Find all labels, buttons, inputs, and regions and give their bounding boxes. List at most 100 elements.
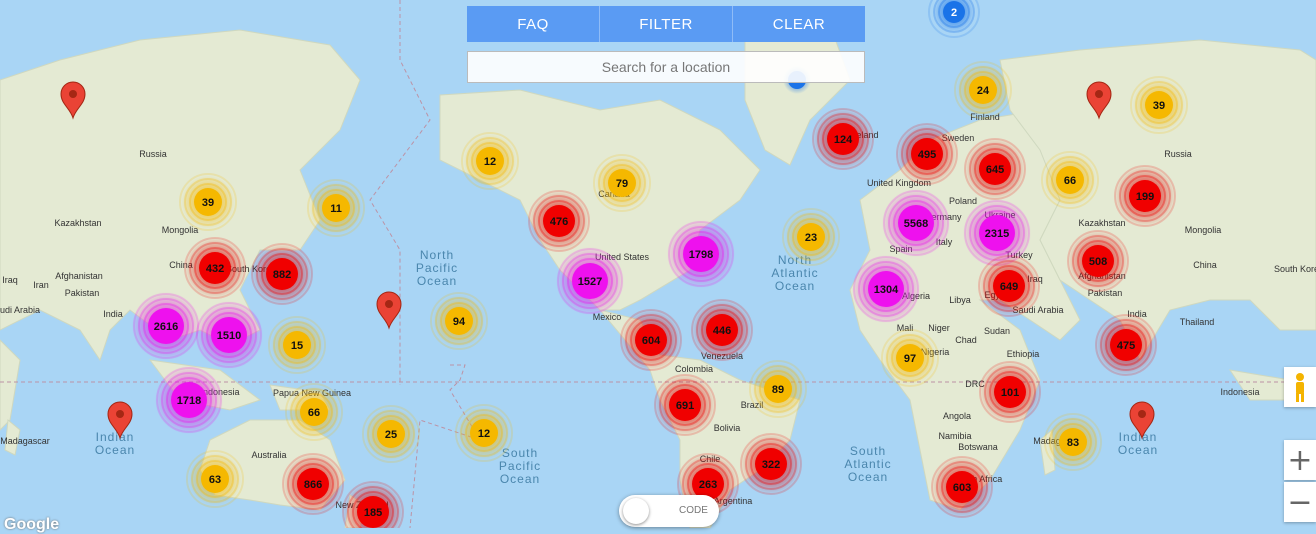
map-label-bolivia: Bolivia: [714, 423, 741, 433]
cluster-marker[interactable]: 39: [1130, 76, 1188, 134]
map-label-russia2: Russia: [1164, 149, 1192, 159]
cluster-marker[interactable]: 79: [593, 154, 651, 212]
cluster-count: 101: [1001, 387, 1019, 399]
cluster-marker[interactable]: 604: [620, 309, 682, 371]
cluster-marker[interactable]: 475: [1095, 314, 1157, 376]
cluster-marker[interactable]: 495: [896, 123, 958, 185]
cluster-marker[interactable]: 23: [782, 208, 840, 266]
cluster-count: 495: [918, 149, 936, 161]
cluster-marker[interactable]: 476: [528, 190, 590, 252]
cluster-marker[interactable]: 649: [978, 255, 1040, 317]
cluster-marker[interactable]: 603: [931, 456, 993, 518]
cluster-marker[interactable]: 11: [307, 179, 365, 237]
map-label-iraq1: Iraq: [2, 275, 18, 285]
cluster-marker[interactable]: 866: [282, 453, 344, 515]
cluster-marker[interactable]: 1304: [851, 254, 921, 324]
cluster-marker[interactable]: 645: [964, 138, 1026, 200]
map-label-indian_ocean1: Indian Ocean: [95, 430, 135, 457]
cluster-marker[interactable]: 882: [251, 243, 313, 305]
cluster-count: 2315: [985, 228, 1009, 240]
cluster-count: 15: [291, 340, 303, 352]
cluster-count: 89: [772, 384, 784, 396]
cluster-marker[interactable]: 89: [749, 360, 807, 418]
map-label-southkorea2: South Korea: [1274, 264, 1316, 274]
cluster-count: 2616: [154, 321, 178, 333]
cluster-count: 603: [953, 482, 971, 494]
cluster-count: 11: [330, 203, 342, 215]
cluster-count: 263: [699, 479, 717, 491]
code-toggle[interactable]: CODE: [619, 495, 719, 527]
cluster-marker[interactable]: 508: [1067, 230, 1129, 292]
cluster-marker[interactable]: 1798: [666, 219, 736, 289]
map-label-saudi1: udi Arabia: [0, 305, 40, 315]
cluster-count: 508: [1089, 256, 1107, 268]
map-label-iran1: Iran: [33, 280, 49, 290]
cluster-marker[interactable]: 66: [1041, 151, 1099, 209]
map-label-poland: Poland: [949, 196, 977, 206]
faq-button[interactable]: FAQ: [467, 6, 600, 42]
cluster-marker[interactable]: 63: [186, 450, 244, 508]
cluster-count: 63: [209, 474, 221, 486]
cluster-count: 882: [273, 269, 291, 281]
cluster-marker[interactable]: 101: [979, 361, 1041, 423]
cluster-marker[interactable]: 2315: [962, 198, 1032, 268]
cluster-count: 12: [484, 156, 496, 168]
cluster-marker[interactable]: 432: [184, 237, 246, 299]
search-input[interactable]: [467, 51, 865, 83]
cluster-marker[interactable]: 24: [954, 61, 1012, 119]
cluster-count: 66: [1064, 175, 1076, 187]
cluster-count: 79: [616, 178, 628, 190]
cluster-marker[interactable]: 1527: [555, 246, 625, 316]
street-view-pegman[interactable]: [1284, 367, 1316, 407]
cluster-count: 1510: [217, 330, 241, 342]
cluster-count: 476: [550, 216, 568, 228]
cluster-count: 322: [762, 459, 780, 471]
map-label-libya: Libya: [949, 295, 971, 305]
pegman-icon: [1296, 373, 1304, 402]
cluster-count: 39: [202, 197, 214, 209]
cluster-count: 432: [206, 263, 224, 275]
cluster-count: 24: [977, 85, 990, 97]
cluster-marker[interactable]: 12: [461, 132, 519, 190]
cluster-count: 866: [304, 479, 322, 491]
cluster-marker[interactable]: 25: [362, 405, 420, 463]
map-label-indonesia2: Indonesia: [1220, 387, 1259, 397]
cluster-marker[interactable]: 97: [881, 329, 939, 387]
filter-button[interactable]: FILTER: [600, 6, 733, 42]
cluster-marker[interactable]: 446: [691, 299, 753, 361]
cluster-marker[interactable]: 1510: [194, 300, 264, 370]
toggle-label: CODE: [679, 505, 708, 516]
map-label-pakistan1: Pakistan: [65, 288, 100, 298]
cluster-count: 1527: [578, 276, 602, 288]
cluster-marker[interactable]: 5568: [881, 188, 951, 258]
cluster-marker[interactable]: 39: [179, 173, 237, 231]
cluster-count: 25: [385, 429, 397, 441]
cluster-marker[interactable]: 83: [1044, 413, 1102, 471]
cluster-count: 199: [1136, 191, 1154, 203]
cluster-count: 691: [676, 400, 694, 412]
cluster-count: 94: [453, 316, 466, 328]
map-label-niger: Niger: [928, 323, 950, 333]
cluster-marker[interactable]: 66: [285, 383, 343, 441]
map-label-south_atlantic: South Atlantic Ocean: [844, 444, 891, 484]
cluster-marker[interactable]: 12: [455, 404, 513, 462]
cluster-marker[interactable]: 124: [812, 108, 874, 170]
zoom-in-button[interactable]: +: [1284, 440, 1316, 480]
zoom-out-button[interactable]: −: [1284, 482, 1316, 522]
cluster-marker[interactable]: 15: [268, 316, 326, 374]
cluster-marker[interactable]: 1718: [154, 365, 224, 435]
cluster-count: 185: [364, 507, 382, 519]
cluster-count: 66: [308, 407, 320, 419]
cluster-marker[interactable]: 322: [740, 433, 802, 495]
cluster-count: 604: [642, 335, 661, 347]
cluster-marker[interactable]: 94: [430, 292, 488, 350]
map-label-afghanistan1: Afghanistan: [55, 271, 103, 281]
cluster-marker[interactable]: 199: [1114, 165, 1176, 227]
cluster-marker[interactable]: 2616: [131, 291, 201, 361]
clear-button[interactable]: CLEAR: [733, 6, 865, 42]
cluster-marker[interactable]: 691: [654, 374, 716, 436]
map-label-botswana: Botswana: [958, 442, 998, 452]
cluster-count: 446: [713, 325, 731, 337]
cluster-count: 1798: [689, 249, 713, 261]
map-label-angola: Angola: [943, 411, 971, 421]
